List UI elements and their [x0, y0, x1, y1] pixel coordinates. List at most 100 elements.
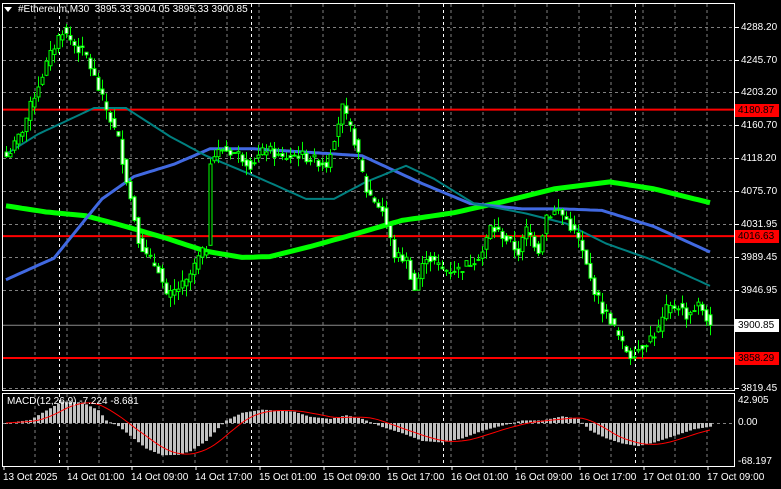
candle-body [296, 155, 301, 159]
candle-body [40, 76, 45, 85]
time-tick-label: 14 Oct 01:00 [67, 472, 125, 483]
candle-body [256, 154, 261, 159]
candle-body [68, 34, 73, 41]
macd-histogram-bar [625, 423, 628, 445]
candle-body [476, 258, 481, 261]
candle-body [400, 254, 405, 262]
macd-histogram-bar [277, 410, 280, 423]
time-tick-label: 13 Oct 2025 [3, 472, 58, 483]
candle-body [568, 218, 573, 231]
candle-body [564, 216, 569, 220]
candle-body [700, 303, 705, 312]
candle-body [656, 326, 661, 333]
macd-histogram-bar [229, 418, 232, 423]
candle-body [340, 103, 345, 125]
macd-histogram-bar [365, 420, 368, 423]
macd-histogram-bar [209, 423, 212, 437]
candle-body [132, 196, 137, 222]
candle-body [28, 100, 33, 121]
macd-histogram-bar [237, 414, 240, 423]
macd-histogram-bar [657, 423, 660, 442]
macd-signal-line [5, 402, 711, 455]
macd-histogram-bar [261, 409, 264, 423]
macd-histogram-bar [617, 423, 620, 443]
candle-body [520, 236, 525, 253]
candle-body [308, 159, 313, 163]
candle-body [532, 236, 537, 248]
macd-histogram-bar [361, 418, 364, 423]
collapse-triangle-icon[interactable] [4, 6, 12, 12]
horizontal-levels[interactable] [3, 108, 735, 360]
candle-body [84, 51, 89, 56]
macd-histogram-bar [193, 423, 196, 449]
candle-body [204, 251, 209, 256]
macd-histogram-bar [309, 416, 312, 423]
candle-body [268, 145, 273, 151]
candle-body [356, 139, 361, 153]
macd-histogram-bar [461, 423, 464, 439]
candle-body [456, 266, 461, 270]
candle-body [244, 159, 249, 167]
macd-histogram-bar [493, 423, 496, 428]
macd-histogram-bar [297, 412, 300, 423]
candle-body [140, 237, 145, 253]
candle-body [200, 247, 205, 258]
macd-histogram-bar [573, 418, 576, 423]
high-value: 3904.05 [133, 4, 170, 15]
candle-body [576, 232, 581, 239]
macd-histogram-bar [521, 420, 524, 423]
macd-histogram-bar [281, 410, 284, 423]
macd-histogram-bar [105, 420, 108, 423]
candle-body [628, 350, 633, 360]
macd-histogram-bar [253, 410, 256, 423]
candle-body [220, 149, 225, 152]
candle-body [412, 272, 417, 291]
candle-body [516, 248, 521, 256]
price-tick-label: 4160.70 [741, 119, 778, 131]
macd-histogram-bar [497, 423, 500, 427]
time-tick-label: 16 Oct 01:00 [451, 472, 509, 483]
candle-body [704, 309, 709, 322]
price-tick-label: 3819.45 [741, 382, 778, 394]
macd-histogram-bar [701, 423, 704, 428]
ma-fast-line [5, 107, 711, 287]
time-tick-label: 14 Oct 09:00 [131, 472, 189, 483]
macd-histogram-bar [429, 423, 432, 442]
candle-body [76, 45, 81, 54]
candle-body [616, 330, 621, 336]
candle-body [96, 76, 101, 91]
macd-histogram-bar [425, 423, 428, 442]
macd-histogram-bar [561, 416, 564, 423]
candle-body [52, 48, 57, 55]
macd-histogram-bar [485, 423, 488, 430]
candle-body [108, 111, 113, 123]
current-price-tag: 3900.85 [735, 319, 779, 333]
candle-body [284, 157, 289, 160]
macd-histogram-bar [557, 417, 560, 423]
candle-body [420, 263, 425, 280]
candle-body [32, 97, 37, 108]
low-value: 3895.33 [172, 4, 209, 15]
macd-histogram-bar [581, 422, 584, 424]
macd-histogram-bar [293, 411, 296, 423]
candle-body [292, 154, 297, 157]
macd-histogram-bar [353, 417, 356, 423]
macd-histogram-bar [305, 415, 308, 423]
candle-body [276, 153, 281, 156]
macd-histogram-bar [329, 418, 332, 423]
candle-body [544, 214, 549, 234]
macd-histogram-bar [445, 423, 448, 442]
price-tick-label: 3946.95 [741, 284, 778, 296]
candle-body [604, 309, 609, 312]
candle-body [552, 210, 557, 216]
open-value: 3895.33 [94, 4, 131, 15]
macd-histogram-bar [525, 420, 528, 423]
candle-body [508, 236, 513, 240]
candle-body [472, 263, 477, 266]
candle-body [688, 312, 693, 316]
candle-body [64, 26, 69, 35]
macd-histogram-bar [681, 423, 684, 434]
candle-body [100, 88, 105, 95]
chart-canvas[interactable] [0, 0, 781, 489]
candle-body [152, 262, 157, 267]
